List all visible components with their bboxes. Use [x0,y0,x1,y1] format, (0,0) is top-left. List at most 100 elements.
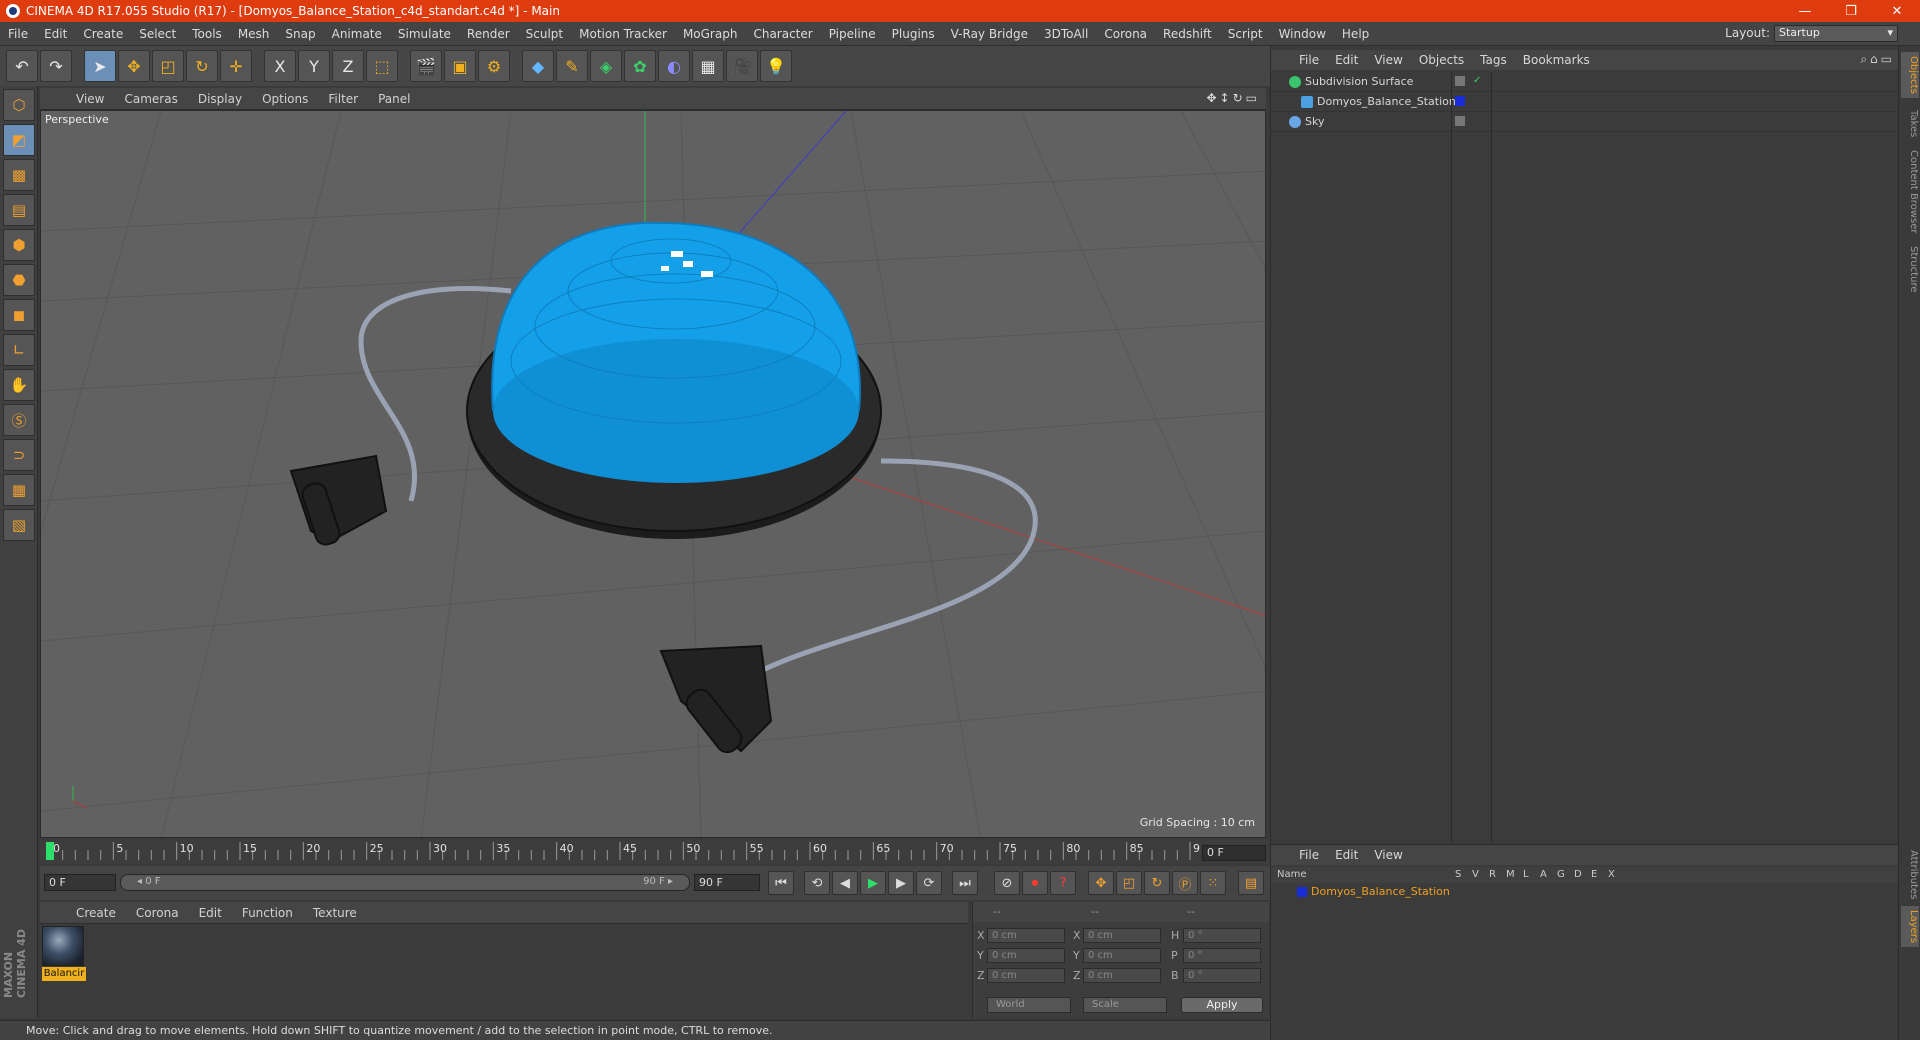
size-x-field[interactable]: 0 cm [1083,928,1161,943]
coord-mode-dropdown[interactable]: World [987,997,1071,1013]
tab-attributes[interactable]: Attributes [1901,846,1919,903]
menu-edit[interactable]: Edit [36,27,75,41]
auto-keying-icon[interactable]: ⏺ [1022,871,1048,895]
column-divider[interactable] [1451,72,1452,842]
material-menu-texture[interactable]: Texture [303,906,367,920]
start-frame-field[interactable]: 0 F [44,874,116,891]
layer-column-solo[interactable]: S [1455,869,1461,880]
redo-icon[interactable]: ↷ [40,50,72,82]
layer-color-swatch[interactable] [1297,887,1307,897]
rotation-h-field[interactable]: 0 ° [1183,928,1261,943]
material-menu-corona[interactable]: Corona [126,906,189,920]
viewport-menu-options[interactable]: Options [252,92,318,106]
record-keys-icon[interactable]: ⊘ [994,871,1020,895]
column-divider[interactable] [1491,72,1492,842]
previous-frame-icon[interactable]: ◀ [832,871,858,895]
key-point-level-icon[interactable]: ⁙ [1200,871,1226,895]
rotation-b-field[interactable]: 0 ° [1183,968,1261,983]
snap-icon[interactable]: ⊃ [3,439,35,471]
objects-menu-bookmarks[interactable]: Bookmarks [1515,53,1598,67]
live-select-icon[interactable]: ✛ [220,50,252,82]
layer-column-deformers[interactable]: D [1574,869,1582,880]
viewport-nav-icons[interactable]: ✥↕↻▭ [1206,91,1260,105]
camera-icon[interactable]: 🎥 [726,50,758,82]
rotation-p-field[interactable]: 0 ° [1183,948,1261,963]
position-z-field[interactable]: 0 cm [987,968,1065,983]
viewport-menu-panel[interactable]: Panel [368,92,420,106]
go-to-start-icon[interactable]: ⏮ [768,871,794,895]
array-icon[interactable]: ✿ [624,50,656,82]
layer-column-animation[interactable]: A [1540,869,1547,880]
layer-color-tag[interactable] [1455,96,1465,106]
object-row[interactable]: Subdivision Surface ✓ [1271,72,1899,92]
layer-column-locked[interactable]: L [1523,869,1529,880]
model-mode-icon[interactable]: ◩ [3,124,35,156]
planar-workplane-icon[interactable]: ▧ [3,509,35,541]
layout-select[interactable]: Startup [1774,25,1898,42]
end-frame-field[interactable]: 90 F [694,874,760,891]
menu-mograph[interactable]: MoGraph [675,27,746,41]
menu-render[interactable]: Render [459,27,518,41]
menu-mesh[interactable]: Mesh [230,27,278,41]
material-menu-create[interactable]: Create [66,906,126,920]
objects-menu-edit[interactable]: Edit [1327,53,1366,67]
move-icon[interactable]: ✥ [118,50,150,82]
layer-column-expressions[interactable]: E [1591,869,1597,880]
visibility-toggle-icon[interactable] [1455,76,1465,86]
previous-key-icon[interactable]: ⟲ [804,871,830,895]
light-icon[interactable]: 💡 [760,50,792,82]
position-x-field[interactable]: 0 cm [987,928,1065,943]
workplane-icon[interactable]: ▤ [3,194,35,226]
enabled-check-icon[interactable]: ✓ [1473,76,1483,86]
viewport-menu-filter[interactable]: Filter [318,92,368,106]
menu-3dtoall[interactable]: 3DToAll [1036,27,1096,41]
playhead[interactable] [46,842,54,860]
undo-icon[interactable]: ↶ [6,50,38,82]
size-y-field[interactable]: 0 cm [1083,948,1161,963]
size-mode-dropdown[interactable]: Scale [1083,997,1167,1013]
render-view-icon[interactable]: 🎬 [410,50,442,82]
object-manager-tools-icon[interactable]: ⌕⌂▭ [1860,52,1895,67]
coord-system-icon[interactable]: ⬚ [366,50,398,82]
make-editable-icon[interactable]: ⬡ [3,89,35,121]
layers-menu-file[interactable]: File [1291,848,1327,862]
menu-simulate[interactable]: Simulate [390,27,459,41]
viewport-menu-display[interactable]: Display [188,92,252,106]
layer-column-manager[interactable]: M [1506,869,1515,880]
perspective-viewport[interactable]: Perspective Grid Spacing : 10 cm [40,110,1266,838]
tweak-mode-icon[interactable]: ✋ [3,369,35,401]
layer-column-xref[interactable]: X [1608,869,1615,880]
layers-menu-view[interactable]: View [1366,848,1410,862]
tab-structure[interactable]: Structure [1901,242,1919,297]
position-y-field[interactable]: 0 cm [987,948,1065,963]
z-axis-icon[interactable]: Z [332,50,364,82]
menu-help[interactable]: Help [1334,27,1377,41]
menu-plugins[interactable]: Plugins [884,27,943,41]
next-frame-icon[interactable]: ▶ [888,871,914,895]
scale-icon[interactable]: ◰ [152,50,184,82]
menu-animate[interactable]: Animate [324,27,390,41]
objects-menu-objects[interactable]: Objects [1411,53,1472,67]
layers-menu-edit[interactable]: Edit [1327,848,1366,862]
polygons-mode-icon[interactable]: ◼ [3,299,35,331]
layer-column-generators[interactable]: G [1557,869,1565,880]
play-icon[interactable]: ▶ [860,871,886,895]
menu-select[interactable]: Select [131,27,184,41]
floor-icon[interactable]: ▦ [692,50,724,82]
visibility-toggle-icon[interactable] [1455,116,1465,126]
material-menu-function[interactable]: Function [232,906,303,920]
menu-vray-bridge[interactable]: V-Ray Bridge [943,27,1036,41]
cube-icon[interactable]: ◆ [522,50,554,82]
objects-menu-file[interactable]: File [1291,53,1327,67]
material-menu-edit[interactable]: Edit [189,906,232,920]
solo-icon[interactable]: Ⓢ [3,404,35,436]
menu-script[interactable]: Script [1220,27,1271,41]
go-to-end-icon[interactable]: ⏭ [952,871,978,895]
menu-window[interactable]: Window [1271,27,1334,41]
menu-file[interactable]: File [0,27,36,41]
object-row[interactable]: Sky [1271,112,1899,132]
timeline-window-icon[interactable]: ▤ [1238,871,1264,895]
menu-create[interactable]: Create [75,27,131,41]
layer-row[interactable]: Domyos_Balance_Station [1271,883,1899,901]
menu-character[interactable]: Character [745,27,820,41]
